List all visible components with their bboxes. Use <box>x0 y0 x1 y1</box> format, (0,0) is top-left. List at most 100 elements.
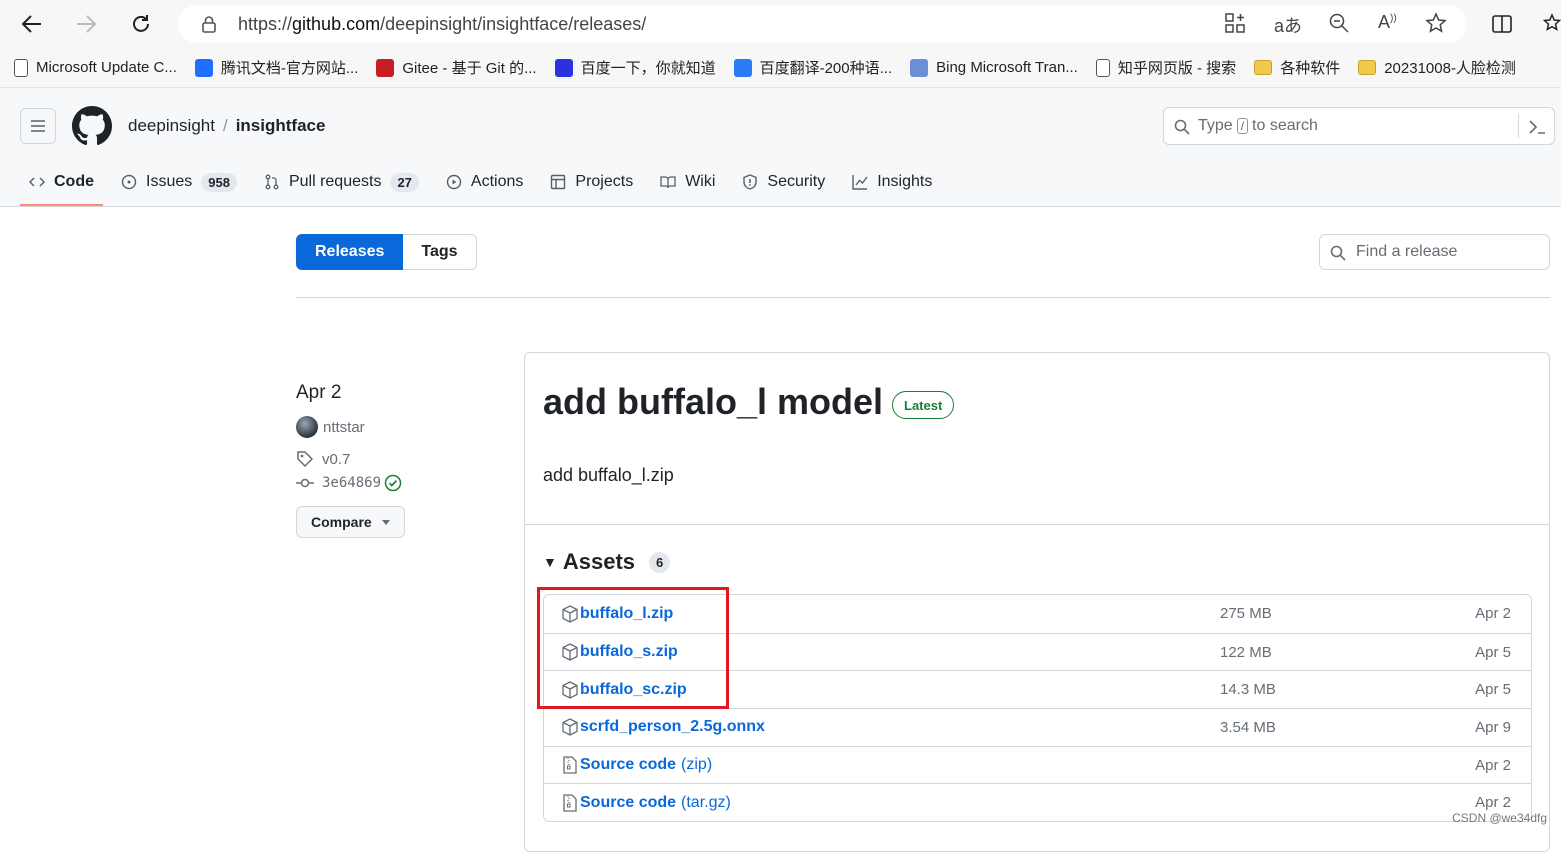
asset-date: Apr 2 <box>1475 757 1511 774</box>
bookmark-item[interactable]: 知乎网页版 - 搜索 <box>1096 57 1236 78</box>
security-icon <box>742 174 758 190</box>
bookmark-label: 各种软件 <box>1280 57 1340 78</box>
bookmark-label: 百度翻译-200种语... <box>760 57 893 78</box>
github-header: deepinsight/insightface Type/to search C… <box>0 88 1561 207</box>
breadcrumb: deepinsight/insightface <box>128 116 325 136</box>
owner-link[interactable]: deepinsight <box>128 116 215 135</box>
tab-counter: 958 <box>201 173 237 192</box>
tab-actions[interactable]: Actions <box>437 162 532 202</box>
assets-toggle[interactable]: ▼ Assets 6 <box>543 549 670 575</box>
github-search-input[interactable]: Type/to search <box>1163 107 1555 145</box>
back-button[interactable] <box>16 8 48 40</box>
split-screen-icon <box>1491 13 1513 35</box>
projects-icon <box>550 174 566 190</box>
release-commit[interactable]: 3e64869 <box>296 474 496 492</box>
url-prefix: https:// <box>238 14 292 35</box>
latest-badge: Latest <box>892 391 954 419</box>
tab-issues[interactable]: Issues958 <box>112 162 246 202</box>
watermark: CSDN @we34dfg <box>1452 811 1547 825</box>
bookmark-item[interactable]: Gitee - 基于 Git 的... <box>376 57 536 78</box>
asset-size: 3.54 MB <box>1220 719 1276 736</box>
app-grid-icon[interactable] <box>1224 12 1246 39</box>
asset-link[interactable]: Source code <box>580 756 676 774</box>
tab-insights[interactable]: Insights <box>843 162 941 202</box>
divider <box>525 524 1549 525</box>
favorites-button[interactable] <box>1538 8 1561 40</box>
tab-counter: 27 <box>390 173 418 192</box>
avatar <box>296 416 318 438</box>
red-highlight-box <box>537 587 729 709</box>
search-hint-prefix: Type <box>1198 117 1233 135</box>
asset-size: 14.3 MB <box>1220 681 1276 698</box>
asset-link[interactable]: Source code <box>580 794 676 812</box>
releases-tab-button[interactable]: Releases <box>296 234 403 270</box>
refresh-icon <box>130 13 152 35</box>
release-author[interactable]: nttstar <box>296 416 496 438</box>
bookmark-label: 知乎网页版 - 搜索 <box>1118 57 1236 78</box>
search-icon <box>1330 245 1346 261</box>
bookmark-label: 20231008-人脸检测 <box>1384 57 1516 78</box>
bookmark-item[interactable]: Bing Microsoft Tran... <box>910 59 1078 77</box>
forward-button[interactable] <box>70 8 102 40</box>
tencent-docs-icon <box>195 59 213 77</box>
tab-security[interactable]: Security <box>733 162 834 202</box>
repo-link[interactable]: insightface <box>236 116 326 135</box>
tag-icon <box>296 450 314 468</box>
zoom-icon[interactable] <box>1328 12 1350 39</box>
tags-tab-button[interactable]: Tags <box>403 234 476 270</box>
bookmark-item[interactable]: 20231008-人脸检测 <box>1358 57 1516 78</box>
command-palette-icon[interactable] <box>1528 119 1546 135</box>
hamburger-menu-button[interactable] <box>20 108 56 144</box>
triangle-down-icon: ▼ <box>543 554 557 570</box>
find-release-input[interactable]: Find a release <box>1319 234 1550 270</box>
baidu-icon <box>555 59 573 77</box>
search-icon <box>1174 119 1190 135</box>
asset-date: Apr 5 <box>1475 644 1511 661</box>
refresh-button[interactable] <box>125 8 157 40</box>
issues-icon <box>121 174 137 190</box>
search-shortcut-key: / <box>1237 118 1248 134</box>
bookmark-label: 腾讯文档-官方网站... <box>221 57 359 78</box>
caret-down-icon <box>382 520 390 525</box>
divider <box>296 297 1550 298</box>
page-icon <box>14 59 28 77</box>
author-name: nttstar <box>323 419 365 436</box>
split-screen-button[interactable] <box>1486 8 1518 40</box>
asset-row: Source code (zip) Apr 2 <box>544 746 1531 784</box>
tab-label: Code <box>54 173 94 191</box>
asset-row: scrfd_person_2.5g.onnx3.54 MBApr 9 <box>544 708 1531 746</box>
tab-projects[interactable]: Projects <box>541 162 642 202</box>
star-list-icon <box>1543 13 1561 35</box>
bookmark-item[interactable]: 百度一下，你就知道 <box>555 57 716 78</box>
release-date: Apr 2 <box>296 382 496 404</box>
page-icon <box>1096 59 1110 77</box>
bookmark-item[interactable]: 腾讯文档-官方网站... <box>195 57 359 78</box>
search-hint-suffix: to search <box>1252 117 1318 135</box>
arrow-right-icon <box>75 13 97 35</box>
asset-format[interactable]: (tar.gz) <box>681 794 731 812</box>
bookmark-item[interactable]: 各种软件 <box>1254 57 1340 78</box>
asset-link[interactable]: scrfd_person_2.5g.onnx <box>580 718 765 736</box>
translate-icon[interactable]: aあ <box>1274 12 1302 39</box>
bookmark-item[interactable]: 百度翻译-200种语... <box>734 57 893 78</box>
tab-wiki[interactable]: Wiki <box>651 162 724 202</box>
release-meta: Apr 2 nttstar v0.7 3e64869 Compare <box>296 382 496 538</box>
favorite-star-icon[interactable] <box>1425 12 1447 39</box>
bookmark-label: Bing Microsoft Tran... <box>936 59 1078 76</box>
bookmark-label: Gitee - 基于 Git 的... <box>402 57 536 78</box>
pull-requests-icon <box>264 174 280 190</box>
github-logo-icon[interactable] <box>72 106 112 146</box>
arrow-left-icon <box>21 13 43 35</box>
asset-size: 122 MB <box>1220 644 1272 661</box>
release-tag[interactable]: v0.7 <box>296 450 496 468</box>
tab-pull-requests[interactable]: Pull requests27 <box>255 162 428 202</box>
bookmark-item[interactable]: Microsoft Update C... <box>14 59 177 77</box>
translate-icon <box>734 59 752 77</box>
bookmarks-bar: Microsoft Update C... 腾讯文档-官方网站... Gitee -… <box>0 48 1561 88</box>
release-title[interactable]: add buffalo_l model <box>543 381 883 423</box>
tab-code[interactable]: Code <box>20 162 103 202</box>
compare-button[interactable]: Compare <box>296 506 405 538</box>
asset-format[interactable]: (zip) <box>681 756 712 774</box>
compare-label: Compare <box>311 514 372 530</box>
read-aloud-icon[interactable]: A)) <box>1378 12 1397 39</box>
